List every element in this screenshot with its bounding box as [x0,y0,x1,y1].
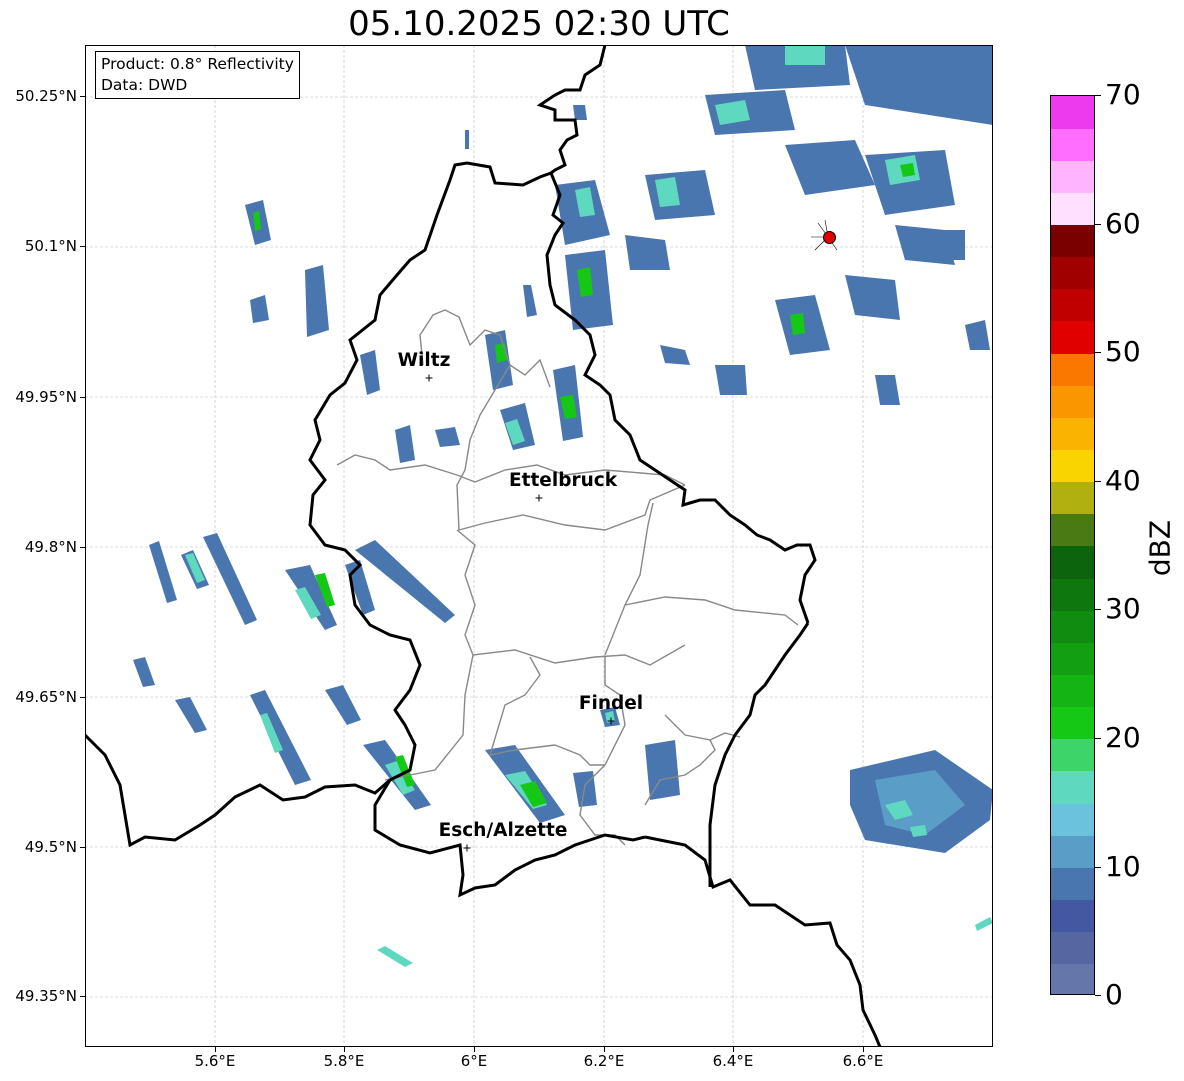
colorbar-tick-label: 20 [1105,721,1141,754]
colorbar-tickmark [1095,738,1101,739]
colorbar-tickmark [1095,995,1101,996]
colorbar-segment [1051,771,1094,804]
colorbar-segment [1051,578,1094,611]
lat-tickmark [80,246,85,247]
lat-tick-label: 49.8°N [24,538,77,556]
colorbar-tickmark [1095,867,1101,868]
radar-map [85,45,993,1047]
colorbar-segment [1051,738,1094,772]
colorbar-segment [1051,867,1094,901]
lat-tickmark [80,697,85,698]
colorbar-segment [1051,192,1094,226]
colorbar-segment [1051,899,1094,933]
colorbar-tick-label: 70 [1105,78,1141,111]
lat-tickmark [80,847,85,848]
lat-tickmark [80,547,85,548]
colorbar-tickmark [1095,95,1101,96]
map-canvas [85,45,993,1047]
colorbar-tick-label: 0 [1105,978,1123,1011]
city-marker [535,494,543,502]
colorbar-segment [1051,546,1094,579]
colorbar-segment [1051,288,1094,322]
colorbar-segment [1051,160,1094,193]
city-label-ettelbruck: Ettelbruck [508,470,618,491]
colorbar-tick-label: 40 [1105,464,1141,497]
city-label-wiltz: Wiltz [397,350,451,371]
colorbar-segment [1051,513,1094,547]
colorbar-segment [1051,963,1094,994]
colorbar-segment [1051,610,1094,643]
colorbar-segment [1051,256,1094,290]
colorbar-segment [1051,96,1094,129]
colorbar-segment [1051,835,1094,868]
lat-tickmark [80,96,85,97]
city-label-esch-alzette: Esch/Alzette [438,820,568,841]
lon-tick-label: 5.6°E [194,1052,236,1070]
colorbar-tick-label: 30 [1105,592,1141,625]
lat-tick-label: 50.25°N [15,87,77,105]
lat-tick-label: 50.1°N [24,237,77,255]
city-marker [425,374,433,382]
colorbar-segment [1051,385,1094,418]
colorbar-label: dBZ [1143,519,1177,577]
lat-tick-label: 49.65°N [15,688,77,706]
lon-tick-label: 6.4°E [712,1052,754,1070]
colorbar-segment [1051,931,1094,965]
city-marker [463,844,471,852]
city-label-findel: Findel [578,693,644,714]
data-source-label: Data: DWD [101,76,188,94]
colorbar-tickmark [1095,481,1101,482]
colorbar [1050,95,1095,995]
colorbar-segment [1051,674,1094,708]
colorbar-tick-label: 50 [1105,335,1141,368]
lon-tick-label: 5.8°E [323,1052,365,1070]
national-borders [85,45,882,1047]
lat-tickmark [80,397,85,398]
colorbar-segment [1051,481,1094,515]
lat-tick-label: 49.35°N [15,987,77,1005]
colorbar-tickmark [1095,224,1101,225]
colorbar-segment [1051,803,1094,836]
colorbar-segment [1051,449,1094,483]
colorbar-tickmark [1095,609,1101,610]
colorbar-segment [1051,417,1094,451]
lat-tickmark [80,996,85,997]
colorbar-segment [1051,224,1094,258]
lon-tick-label: 6.2°E [583,1052,625,1070]
colorbar-tick-label: 60 [1105,207,1141,240]
radar-site-marker [823,231,836,244]
colorbar-segment [1051,642,1094,676]
colorbar-segment [1051,321,1094,354]
colorbar-segment [1051,353,1094,386]
colorbar-segment [1051,128,1094,161]
lat-tick-label: 49.5°N [24,838,77,856]
product-info-box: Product: 0.8° Reflectivity Data: DWD [95,51,300,99]
colorbar-segment [1051,706,1094,740]
city-marker [607,717,615,725]
colorbar-tick-label: 10 [1105,850,1141,883]
lon-tick-label: 6.6°E [842,1052,884,1070]
colorbar-tickmark [1095,352,1101,353]
lon-tick-label: 6°E [460,1052,488,1070]
lat-tick-label: 49.95°N [15,388,77,406]
product-label: Product: 0.8° Reflectivity [101,55,294,73]
map-title: 05.10.2025 02:30 UTC [348,4,730,44]
